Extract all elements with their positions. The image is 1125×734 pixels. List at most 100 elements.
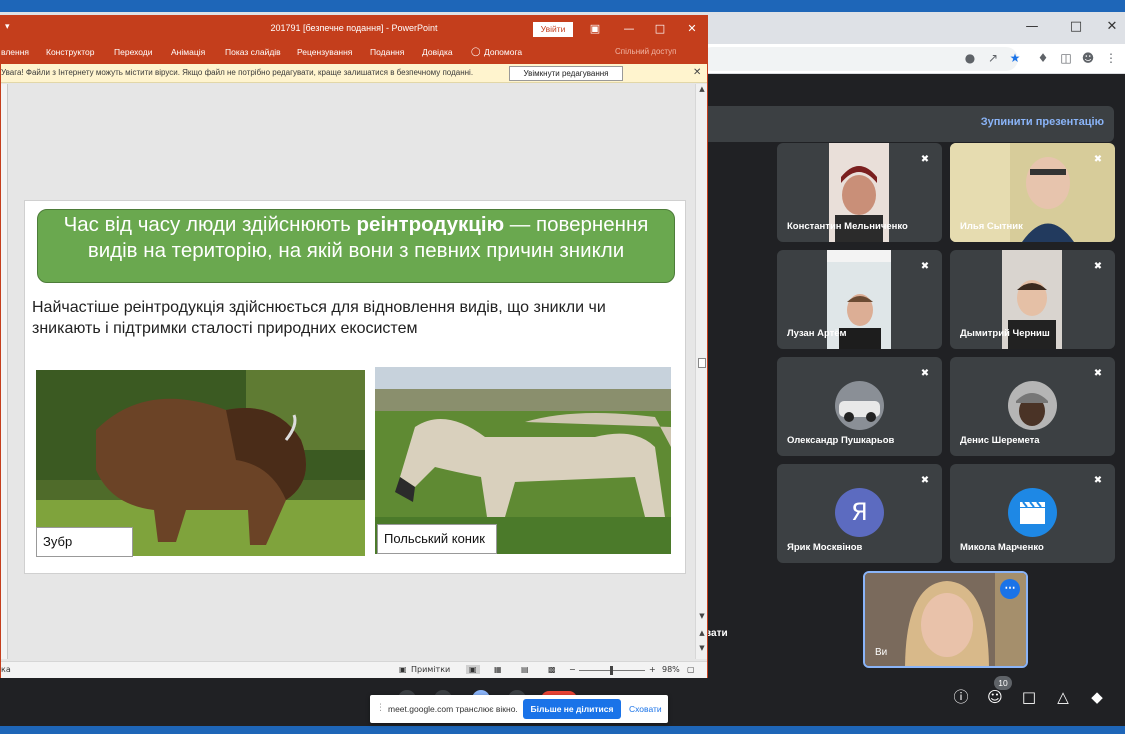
mic-off-icon: ✖ (1093, 368, 1103, 379)
more-options-icon[interactable]: ⋯ (1000, 579, 1020, 599)
self-name: Ви (875, 647, 888, 658)
partial-label: вати (705, 628, 728, 639)
tab-view[interactable]: Подання (370, 47, 404, 57)
camera-icon[interactable]: ● (962, 50, 978, 66)
tab-design[interactable]: Конструктор (46, 47, 94, 57)
activities-icon[interactable]: △ (1052, 686, 1074, 708)
slide[interactable]: Час від часу люди здійснюють реінтродукц… (24, 200, 686, 574)
ribbon-tabs: влення Конструктор Переходи Анімація Пок… (1, 42, 707, 64)
mic-off-icon: ✖ (920, 154, 930, 165)
mic-off-icon: ✖ (1093, 475, 1103, 486)
notes-button[interactable]: Примітки (411, 665, 450, 674)
slide-sorter-icon[interactable]: ▦ (494, 665, 502, 674)
chrome-maximize-icon[interactable]: □ (1057, 12, 1095, 42)
share-button[interactable]: Спільний доступ (615, 47, 677, 56)
participant-tile[interactable]: ✖ Дымитрий Черниш (950, 250, 1115, 349)
chat-icon[interactable]: □ (1018, 686, 1040, 708)
lightbulb-icon: ◯ (471, 47, 481, 57)
scroll-up-icon[interactable]: ▲ (696, 85, 708, 93)
heading-keyword: реінтродукцію (356, 213, 505, 236)
scroll-down-icon[interactable]: ▼ (696, 612, 708, 620)
tab-review[interactable]: Рецензування (297, 47, 352, 57)
mic-off-icon: ✖ (1093, 261, 1103, 272)
caption-bison[interactable]: Зубр (36, 527, 133, 557)
slide-body-text[interactable]: Найчастіше реінтродукція здійснюється дл… (32, 297, 672, 339)
profile-icon[interactable]: ☻ (1080, 50, 1096, 66)
reading-view-icon[interactable]: ▤ (521, 665, 529, 674)
side-panel-icon[interactable]: ◫ (1058, 50, 1074, 66)
next-slide-icon[interactable]: ▼ (696, 644, 708, 652)
participant-name: Олександр Пушкарьов (787, 435, 895, 446)
chrome-menu-icon[interactable]: ⋮ (1103, 50, 1119, 66)
self-video-tile[interactable]: ⋯ Ви (863, 571, 1028, 668)
caption-horses[interactable]: Польський коник (377, 524, 497, 554)
mic-off-icon: ✖ (920, 261, 930, 272)
participant-tile[interactable]: ✖ Илья Сытник (950, 143, 1115, 242)
participant-name: Денис Шеремета (960, 435, 1040, 446)
participant-name: Константин Мельниченко (787, 221, 908, 232)
bookmark-star-icon[interactable]: ★ (1007, 50, 1023, 66)
tab-help[interactable]: Довідка (422, 47, 453, 57)
participant-tile[interactable]: ✖ Денис Шеремета (950, 357, 1115, 456)
stop-sharing-button[interactable]: Більше не ділитися (523, 699, 621, 719)
maximize-icon[interactable]: □ (650, 20, 670, 38)
participant-tile[interactable]: ✖ Олександр Пушкарьов (777, 357, 942, 456)
zoom-out-icon[interactable]: − (569, 665, 576, 674)
zoom-level[interactable]: 98% (662, 665, 680, 674)
enable-editing-button[interactable]: Увімкнути редагування (509, 66, 623, 81)
avatar (1008, 381, 1057, 430)
minimize-icon[interactable]: — (619, 20, 639, 38)
chrome-close-icon[interactable]: ✕ (1093, 12, 1125, 42)
drag-handle-icon[interactable]: ⋮ (376, 703, 385, 713)
zoom-slider-thumb[interactable] (610, 666, 613, 675)
slide-editor: ▲ ▼ ▲ ▼ Час від часу люди здійснюють реі… (1, 84, 707, 659)
tab-transitions[interactable]: Переходи (114, 47, 153, 57)
mic-off-icon: ✖ (1093, 154, 1103, 165)
zoom-in-icon[interactable]: + (649, 665, 656, 674)
tab-animations[interactable]: Анімація (171, 47, 205, 57)
people-count-badge: 10 (994, 676, 1012, 690)
slideshow-icon[interactable]: ▩ (548, 665, 556, 674)
vertical-scrollbar[interactable]: ▲ ▼ ▲ ▼ (695, 84, 707, 659)
chrome-minimize-icon[interactable]: — (1013, 12, 1051, 42)
participant-tile[interactable]: ✖ Микола Марченко (950, 464, 1115, 563)
status-slide-info: ка (1, 665, 11, 674)
close-icon[interactable]: ✕ (682, 20, 702, 38)
participant-name: Ярик Москвінов (787, 542, 863, 553)
info-icon[interactable]: ⓘ (950, 686, 972, 708)
avatar (1008, 488, 1057, 537)
ppt-titlebar: 201791 [безпечне подання] - PowerPoint ▾… (1, 16, 707, 42)
close-warning-icon[interactable]: ✕ (693, 67, 701, 78)
tab-tell-me[interactable]: Допомога (484, 47, 522, 57)
hide-button[interactable]: Сховати (629, 704, 662, 714)
participant-tile[interactable]: Я ✖ Ярик Москвінов (777, 464, 942, 563)
notes-icon[interactable]: ▣ (399, 665, 407, 674)
tab-slideshow[interactable]: Показ слайдів (225, 47, 281, 57)
protected-view-message: Увага! Файли з Інтернету можуть містити … (1, 68, 474, 77)
quick-access-icon[interactable]: ▾ (5, 22, 10, 32)
participant-tile[interactable]: ✖ Константин Мельниченко (777, 143, 942, 242)
share-notice-text: meet.google.com транслює вікно. (388, 704, 518, 714)
avatar (835, 381, 884, 430)
avatar: Я (835, 488, 884, 537)
participant-name: Лузан Артём (787, 328, 847, 339)
avatar-image (1008, 381, 1057, 430)
mic-off-icon: ✖ (920, 475, 930, 486)
host-controls-icon[interactable]: ◆ (1086, 686, 1108, 708)
powerpoint-window: 201791 [безпечне подання] - PowerPoint ▾… (0, 15, 708, 678)
ribbon-display-icon[interactable]: ▣ (585, 20, 605, 38)
thumbnail-pane-edge[interactable] (1, 84, 8, 659)
extensions-icon[interactable]: ♦ (1035, 50, 1051, 66)
status-bar: ка ▣ Примітки ▣ ▦ ▤ ▩ − + 98% ▢ (1, 661, 707, 678)
normal-view-icon[interactable]: ▣ (466, 665, 480, 674)
fit-slide-icon[interactable]: ▢ (687, 665, 695, 674)
participant-name: Илья Сытник (960, 221, 1023, 232)
previous-slide-icon[interactable]: ▲ (696, 629, 708, 637)
scroll-thumb[interactable] (698, 358, 706, 368)
signin-button[interactable]: Увійти (533, 22, 573, 37)
tab-home[interactable]: влення (1, 47, 29, 57)
stop-presenting-button[interactable]: Зупинити презентацію (981, 116, 1104, 128)
participant-tile[interactable]: ✖ Лузан Артём (777, 250, 942, 349)
slide-heading[interactable]: Час від часу люди здійснюють реінтродукц… (37, 209, 675, 283)
share-page-icon[interactable]: ↗ (985, 50, 1001, 66)
